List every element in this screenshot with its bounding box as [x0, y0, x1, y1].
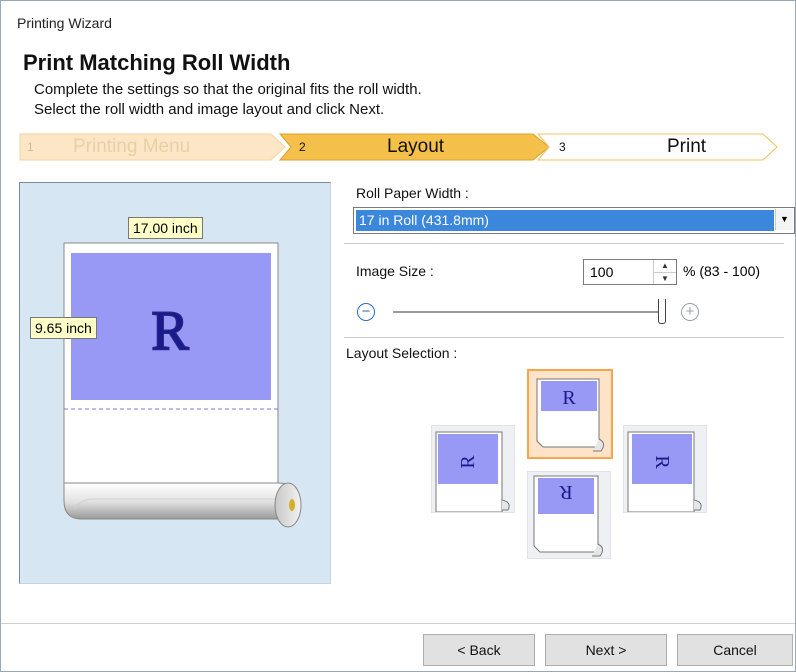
step-2-number: 2	[299, 140, 306, 154]
step-print: 3 Print	[537, 133, 781, 161]
layout-option-down[interactable]: R	[527, 471, 611, 559]
printing-wizard-window: Printing Wizard Print Matching Roll Widt…	[0, 0, 796, 672]
layout-option-right[interactable]: R	[623, 425, 707, 513]
layout-glyph-down: R	[559, 481, 573, 503]
image-size-spinner[interactable]: 100 ▲ ▼	[583, 259, 677, 285]
roll-preview: R R 17.00 inch 9.65 inch	[19, 182, 331, 584]
layout-option-up[interactable]: R	[527, 369, 613, 459]
layout-glyph-left: R	[457, 455, 479, 469]
width-callout: 17.00 inch	[128, 217, 203, 239]
wizard-steps: 1 Printing Menu 2 Layout 3 Print	[19, 133, 779, 161]
step-layout: 2 Layout	[279, 133, 555, 161]
roll-illustration: R R	[63, 242, 302, 528]
plus-circle-icon[interactable]: +	[681, 303, 699, 321]
image-size-slider-thumb[interactable]	[658, 299, 666, 324]
roll-width-value: 17 in Roll (431.8mm)	[356, 210, 774, 231]
divider	[344, 337, 784, 338]
layout-glyph-right: R	[651, 455, 673, 469]
spin-arrows-icon[interactable]: ▲ ▼	[653, 260, 676, 284]
layout-option-left[interactable]: R	[431, 425, 515, 513]
next-button[interactable]: Next >	[545, 634, 667, 666]
window-title: Printing Wizard	[17, 15, 112, 31]
image-size-label: Image Size :	[356, 263, 434, 279]
image-size-slider-track[interactable]	[393, 311, 661, 313]
step-1-label: Printing Menu	[73, 136, 191, 157]
step-2-label: Layout	[387, 136, 445, 157]
footer-divider	[1, 623, 795, 624]
description-line-1: Complete the settings so that the origin…	[34, 81, 422, 98]
step-1-number: 1	[27, 140, 34, 154]
image-size-value: 100	[590, 264, 614, 280]
step-printing-menu: 1 Printing Menu	[19, 133, 291, 161]
layout-selection-label: Layout Selection :	[346, 345, 458, 361]
step-3-number: 3	[559, 140, 566, 154]
roll-width-label: Roll Paper Width :	[356, 185, 469, 201]
step-3-label: Print	[667, 136, 707, 157]
back-button[interactable]: < Back	[423, 634, 535, 666]
chevron-down-icon[interactable]: ▼	[775, 209, 793, 230]
page-heading: Print Matching Roll Width	[23, 50, 291, 75]
layout-glyph-up: R	[562, 387, 576, 409]
minus-circle-icon[interactable]: −	[357, 303, 375, 321]
height-callout: 9.65 inch	[30, 317, 97, 339]
image-size-range: % (83 - 100)	[683, 263, 761, 279]
roll-width-select[interactable]: 17 in Roll (431.8mm) ▼	[353, 207, 795, 234]
divider	[344, 243, 784, 244]
cancel-button[interactable]: Cancel	[677, 634, 793, 666]
description-line-2: Select the roll width and image layout a…	[34, 101, 385, 118]
image-glyph-fill: R	[151, 300, 189, 362]
